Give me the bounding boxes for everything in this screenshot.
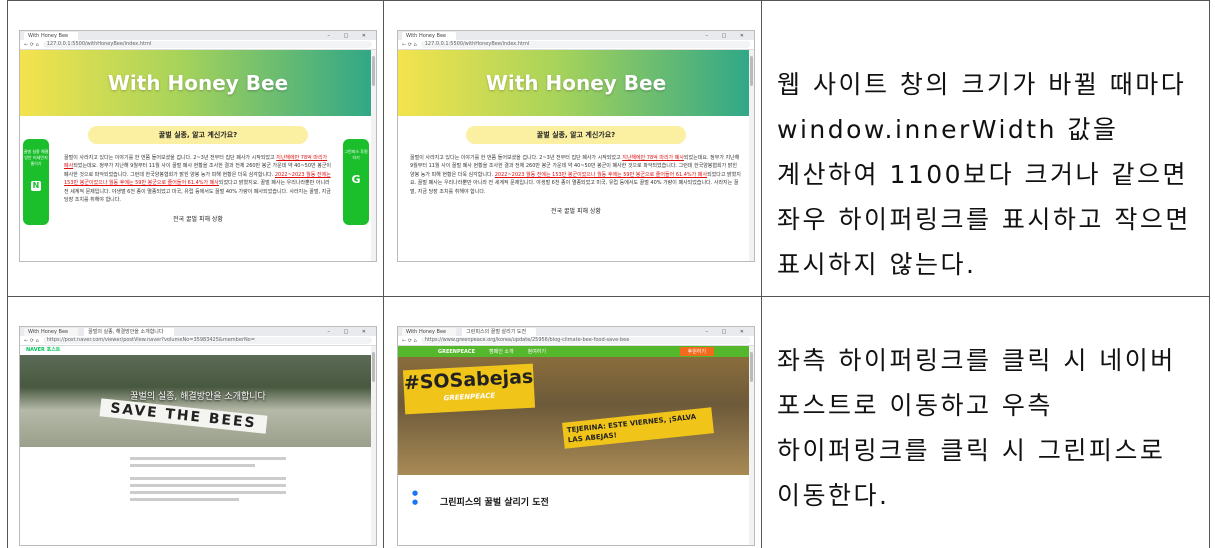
table-border-right [1209, 0, 1210, 548]
banner-title: With Honey Bee [485, 71, 667, 95]
tab-bar: With Honey Bee 꿀벌의 실종, 해결방안을 소개합니다 – □ ✕ [20, 327, 376, 336]
para-red-2: 2022~2023 월동 전에는 153만 봉군이었으나 월동 후에는 59만 … [494, 171, 708, 178]
address-bar: ← ⟳ ⌂ 127.0.0.1:5500/withHoneyBee/index.… [398, 40, 754, 50]
photo-overlay-text: 꿀벌의 실종, 해결방안을 소개합니다 [130, 392, 266, 402]
protest-photo: 꿀벌의 실종, 해결방안을 소개합니다 SAVE THE BEES [20, 355, 376, 447]
section-footer: 전국 꿀벌 피해 상황 [173, 216, 223, 224]
nav-icons: ← ⟳ ⌂ [24, 337, 39, 344]
address-bar: ← ⟳ ⌂ https://post.naver.com/viewer/post… [20, 336, 376, 346]
tab-bar: With Honey Bee – □ ✕ [398, 31, 754, 40]
row1-description: 웹 사이트 창의 크기가 바뀔 때마다 window.innerWidth 값을… [777, 70, 1191, 279]
naver-header: NAVER 포스트 [26, 347, 61, 353]
greenpeace-nav: GREENPEACE 캠페인 소개 참여하기 후원하기 [398, 346, 754, 357]
greenpeace-brand[interactable]: GREENPEACE [438, 349, 475, 355]
row2-description: 좌측 하이퍼링크를 클릭 시 네이버 포스트로 이동하고 우측 하이퍼링크를 클… [777, 346, 1176, 510]
naver-icon: N [31, 181, 41, 191]
table-border-top [7, 0, 1210, 1]
share-icons[interactable]: ● ● [412, 489, 418, 507]
nav-participate[interactable]: 참여하기 [528, 348, 546, 355]
article-text-lines [130, 457, 286, 501]
tab-bar: With Honey Bee 그린피스의 꿀벌 살리기 도전 – □ ✕ [398, 327, 754, 336]
browser-tab-active: 그린피스의 꿀벌 살리기 도전 [462, 327, 537, 336]
right-hyperlink[interactable]: 그린피스 후원하기 G [343, 139, 369, 225]
greenpeace-icon: G [351, 173, 361, 186]
scrollbar[interactable] [371, 346, 376, 545]
tab-bar: With Honey Bee – □ ✕ [20, 31, 376, 40]
address-bar: ← ⟳ ⌂ 127.0.0.1:5500/withHoneyBee/index.… [20, 40, 376, 50]
left-hyperlink[interactable]: 꿀벌 실종 해결 방안 미세먼지 줄이기 N [23, 139, 49, 225]
screenshot-wide-window: With Honey Bee – □ ✕ ← ⟳ ⌂ 127.0.0.1:550… [19, 30, 377, 262]
nav-icons: ← ⟳ ⌂ [402, 337, 417, 344]
para-part-1: 꿀벌이 사라지고 있다는 이야기를 한 번쯤 들어보셨을 겁니다. 2~3년 전… [64, 155, 275, 161]
window-controls: – □ ✕ [705, 32, 750, 39]
sos-sign: #SOSabejas GREENPEACE [402, 363, 536, 415]
honeybee-banner: With Honey Bee [398, 50, 754, 116]
window-controls: – □ ✕ [327, 32, 372, 39]
nav-icons: ← ⟳ ⌂ [24, 41, 39, 48]
screenshot-narrow-window: With Honey Bee – □ ✕ ← ⟳ ⌂ 127.0.0.1:550… [397, 30, 755, 262]
table-border-left [7, 0, 8, 548]
honeybee-banner: With Honey Bee [20, 50, 376, 116]
address-bar: ← ⟳ ⌂ https://www.greenpeace.org/korea/u… [398, 336, 754, 346]
scrollbar[interactable] [371, 50, 376, 261]
nav-campaign[interactable]: 캠페인 소개 [489, 348, 514, 355]
section-subtitle: 꿀벌 실종, 알고 계신가요? [466, 126, 686, 144]
browser-tab: With Honey Bee [402, 31, 457, 40]
right-link-label: 그린피스 후원하기 [344, 149, 368, 160]
protest-banner: SAVE THE BEES [99, 398, 268, 434]
table-row-divider [7, 296, 1210, 297]
url-field: 127.0.0.1:5500/withHoneyBee/index.html [420, 41, 750, 48]
article-header: ● ● 그린피스의 꿀벌 살리기 도전 [398, 475, 754, 535]
tejerina-sign: TEJERINA: ESTE VIERNES, ¡SALVA LAS ABEJA… [562, 407, 714, 449]
browser-tab: With Honey Bee [24, 31, 79, 40]
nav-icons: ← ⟳ ⌂ [402, 41, 417, 48]
scrollbar[interactable] [749, 346, 754, 545]
left-link-label: 꿀벌 실종 해결 방안 미세먼지 줄이기 [23, 149, 49, 166]
article-title: 그린피스의 꿀벌 살리기 도전 [440, 498, 549, 508]
section-footer: 전국 꿀벌 피해 상황 [551, 208, 601, 216]
url-field: https://www.greenpeace.org/korea/update/… [420, 337, 750, 344]
table-divider-1 [383, 0, 384, 548]
para-part-1: 꿀벌이 사라지고 있다는 이야기를 한 번쯤 들어보셨을 겁니다. 2~3년 전… [410, 155, 621, 161]
table-divider-2 [761, 0, 762, 548]
browser-tab: With Honey Bee [24, 327, 79, 336]
browser-tab: With Honey Bee [402, 327, 457, 336]
screenshot-greenpeace: With Honey Bee 그린피스의 꿀벌 살리기 도전 – □ ✕ ← ⟳… [397, 326, 755, 546]
screenshot-naver-post: With Honey Bee 꿀벌의 실종, 해결방안을 소개합니다 – □ ✕… [19, 326, 377, 546]
donate-button[interactable]: 후원하기 [679, 347, 714, 356]
banner-title: With Honey Bee [107, 71, 289, 95]
scrollbar[interactable] [749, 50, 754, 261]
section-subtitle: 꿀벌 실종, 알고 계신가요? [88, 126, 308, 144]
browser-tab-active: 꿀벌의 실종, 해결방안을 소개합니다 [84, 327, 174, 336]
window-controls: – □ ✕ [705, 328, 750, 335]
protest-photo: #SOSabejas GREENPEACE TEJERINA: ESTE VIE… [398, 357, 754, 475]
table: With Honey Bee – □ ✕ ← ⟳ ⌂ 127.0.0.1:550… [7, 0, 1210, 548]
window-controls: – □ ✕ [327, 328, 372, 335]
para-red-1: 지난해에만 78억 마리가 폐사 [622, 155, 684, 161]
article-paragraph: 꿀벌이 사라지고 있다는 이야기를 한 번쯤 들어보셨을 겁니다. 2~3년 전… [64, 154, 332, 204]
url-field: https://post.naver.com/viewer/postView.n… [42, 337, 372, 344]
article-paragraph: 꿀벌이 사라지고 있다는 이야기를 한 번쯤 들어보셨을 겁니다. 2~3년 전… [410, 154, 742, 196]
url-field: 127.0.0.1:5500/withHoneyBee/index.html [42, 41, 372, 48]
